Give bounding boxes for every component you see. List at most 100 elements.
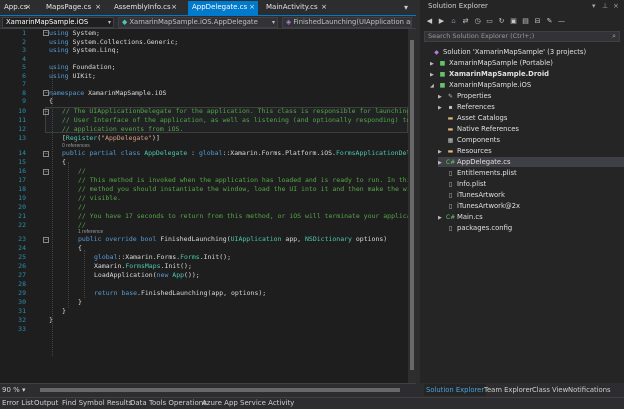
tree-item-properties[interactable]: ▶ ✎ Properties: [438, 91, 491, 101]
code-line: return base.FinishedLaunching(app, optio…: [94, 289, 266, 298]
document-tab-strip: App.cs × MapsPage.cs × AssemblyInfo.cs × Ap…: [0, 0, 416, 15]
tab-data-tools-operations[interactable]: Data Tools Operations: [130, 399, 207, 407]
tab-notifications[interactable]: Notifications: [566, 384, 613, 396]
tree-item-entitlements-plist[interactable]: ▯ Entitlements.plist: [438, 168, 517, 178]
tree-item-label: XamarinMapSample.Droid: [449, 70, 550, 78]
home-icon[interactable]: ⌂: [448, 16, 459, 27]
close-icon[interactable]: ×: [171, 1, 177, 14]
code-text: UIKit;: [68, 71, 96, 80]
chevron-down-icon[interactable]: ▾: [592, 2, 596, 10]
tab-solution-explorer[interactable]: Solution Explorer: [424, 384, 487, 396]
show-all-files-icon[interactable]: ▤: [520, 16, 531, 27]
fold-toggle-icon[interactable]: −: [43, 169, 49, 175]
pin-icon[interactable]: ⊥: [602, 2, 608, 10]
tree-item-label: Resources: [457, 147, 492, 155]
fold-toggle-icon[interactable]: −: [43, 237, 49, 243]
tree-item-label: Info.plist: [457, 180, 487, 188]
code-area[interactable]: 1 2 3 4 5 6 7 8 9 10 11 12 13 14 15 16 1…: [0, 29, 408, 383]
comment: // This method is invoked when the appli…: [78, 176, 408, 184]
code-line: using System.Collections.Generic;: [49, 38, 178, 47]
expand-arrow-icon[interactable]: ▶: [438, 158, 446, 168]
folder-icon: ▬: [447, 148, 454, 155]
horizontal-scrollbar-thumb[interactable]: [40, 388, 400, 392]
project-dropdown[interactable]: XamarinMapSample.iOS ▾: [2, 17, 114, 28]
line-number: 28: [18, 280, 26, 288]
collapse-all-icon[interactable]: ▣: [508, 16, 519, 27]
tree-item-label: Native References: [457, 125, 519, 133]
tab-output[interactable]: Output: [34, 399, 58, 407]
code-line: // You have 17 seconds to return from th…: [78, 212, 408, 221]
type-name: FormsMaps: [125, 262, 161, 270]
tree-item-resources[interactable]: ▶ ▬ Resources: [438, 146, 492, 156]
sync-icon[interactable]: ⇄: [460, 16, 471, 27]
close-icon[interactable]: ×: [613, 2, 619, 10]
tab-team-explorer[interactable]: Team Explorer: [482, 384, 534, 396]
expand-arrow-icon[interactable]: ▶: [438, 213, 446, 223]
minus-icon[interactable]: —: [556, 16, 567, 27]
fold-toggle-icon[interactable]: −: [43, 109, 49, 115]
tree-item-appdelegate-cs[interactable]: ▶ C# AppDelegate.cs: [438, 157, 624, 167]
tree-item-references[interactable]: ▶ ▪ References: [438, 102, 495, 112]
tab-label: AssemblyInfo.cs: [114, 3, 171, 11]
expand-arrow-icon[interactable]: ▶: [438, 103, 446, 113]
tree-item-packages-config[interactable]: ▯ packages.config: [438, 223, 512, 233]
tab-class-view[interactable]: Class View: [530, 384, 570, 396]
solution-icon: ◆: [434, 49, 439, 56]
pending-changes-icon[interactable]: ▭: [484, 16, 495, 27]
close-icon[interactable]: ×: [25, 1, 31, 14]
class-dropdown[interactable]: ◆ XamarinMapSample.iOS.AppDelegate ▾: [118, 17, 278, 28]
close-icon[interactable]: ×: [249, 1, 255, 14]
fold-toggle-icon[interactable]: −: [43, 151, 49, 157]
code-text: XamarinMapSample.iOS: [84, 88, 167, 97]
solution-explorer-panel: Solution Explorer ▾ ⊥ × ◀ ▶ ⌂ ⇄ ◷ ▭ ↻ ▣ …: [420, 0, 624, 397]
tree-item-components[interactable]: ▦ Components: [438, 135, 500, 145]
method-name: FinishedLaunching(: [160, 235, 231, 243]
preview-icon[interactable]: ⊟: [532, 16, 543, 27]
forward-icon[interactable]: ▶: [436, 16, 447, 27]
tab-assemblyinfo-cs[interactable]: AssemblyInfo.cs ×: [110, 1, 180, 15]
collapse-arrow-icon[interactable]: ◢: [430, 81, 438, 91]
code-text: ());: [184, 271, 200, 279]
tab-mainactivity-cs[interactable]: MainActivity.cs ×: [262, 1, 330, 15]
line-number: 16: [18, 167, 26, 175]
properties-wrench-icon[interactable]: ✎: [544, 16, 555, 27]
tree-item-asset-catalogs[interactable]: ▬ Asset Catalogs: [438, 113, 508, 123]
back-icon[interactable]: ◀: [424, 16, 435, 27]
tree-item-portable-project[interactable]: ▶ ■ XamarinMapSample (Portable): [430, 58, 553, 68]
zoom-level-dropdown[interactable]: 90 % ▾: [2, 386, 26, 394]
tab-overflow-dropdown-icon[interactable]: ▾: [399, 1, 413, 14]
vertical-scrollbar-thumb[interactable]: [410, 40, 414, 370]
tree-item-itunesartwork[interactable]: ▯ iTunesArtwork: [438, 190, 505, 200]
expand-arrow-icon[interactable]: ▶: [438, 92, 446, 102]
tab-azure-app-service-activity[interactable]: Azure App Service Activity: [202, 399, 294, 407]
history-icon[interactable]: ◷: [472, 16, 483, 27]
tree-item-native-references[interactable]: ▬ Native References: [438, 124, 519, 134]
tree-item-itunesartwork-2x[interactable]: ▯ iTunesArtwork@2x: [438, 201, 520, 211]
tab-appdelegate-cs[interactable]: AppDelegate.cs ×: [188, 1, 258, 15]
tree-item-main-cs[interactable]: ▶ C# Main.cs: [438, 212, 483, 222]
expand-arrow-icon[interactable]: ▶: [430, 70, 438, 80]
tree-item-solution[interactable]: ◆ Solution 'XamarinMapSample' (3 projects…: [424, 47, 586, 57]
tab-error-list[interactable]: Error List: [2, 399, 34, 407]
expand-arrow-icon[interactable]: ▶: [430, 59, 438, 69]
csharp-file-icon: C#: [446, 214, 456, 221]
close-icon[interactable]: ×: [95, 1, 101, 14]
keyword: namespace: [49, 88, 85, 97]
refresh-icon[interactable]: ↻: [496, 16, 507, 27]
code-text: Foundation;: [68, 63, 116, 71]
tab-mapspage-cs[interactable]: MapsPage.cs ×: [42, 1, 104, 15]
csharp-project-icon: ■: [439, 71, 446, 78]
tree-item-droid-project[interactable]: ▶ ■ XamarinMapSample.Droid: [430, 69, 549, 79]
wrench-icon: ✎: [447, 93, 454, 100]
csharp-project-icon: ■: [439, 60, 446, 67]
tab-find-symbol-results[interactable]: Find Symbol Results: [62, 399, 132, 407]
file-icon: ▯: [448, 192, 453, 199]
member-dropdown[interactable]: ◈ FinishedLaunching(UIApplication app, N…: [282, 17, 412, 28]
close-icon[interactable]: ×: [321, 1, 327, 14]
solution-explorer-search-input[interactable]: Search Solution Explorer (Ctrl+;) ⌕: [424, 31, 620, 42]
tree-item-info-plist[interactable]: ▯ Info.plist: [438, 179, 486, 189]
class-dropdown-value: XamarinMapSample.iOS.AppDelegate: [129, 18, 258, 26]
tree-item-ios-project[interactable]: ◢ ■ XamarinMapSample.iOS: [430, 80, 531, 90]
expand-arrow-icon[interactable]: ▶: [438, 147, 446, 157]
tab-app-cs[interactable]: App.cs ×: [0, 1, 34, 15]
